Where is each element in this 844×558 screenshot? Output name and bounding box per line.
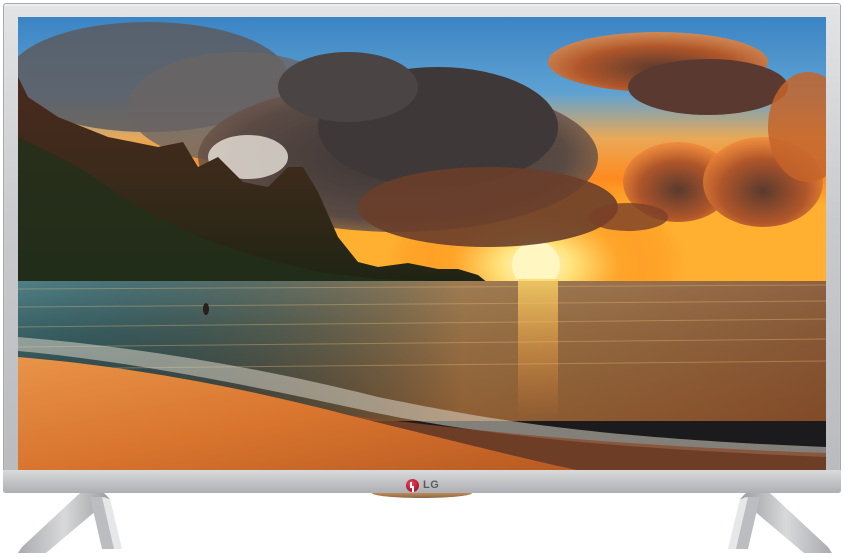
left-stand-leg: [18, 493, 122, 553]
tv-screen: [18, 17, 826, 470]
tv-product-image: LG: [0, 0, 844, 558]
brand-logo: LG: [406, 477, 439, 493]
sunset-scene: [18, 17, 826, 470]
swimmer: [203, 303, 209, 315]
stand-accent: [372, 493, 472, 498]
brand-name: LG: [423, 479, 440, 491]
lg-mark-icon: [406, 478, 419, 492]
right-stand-leg: [728, 493, 832, 553]
